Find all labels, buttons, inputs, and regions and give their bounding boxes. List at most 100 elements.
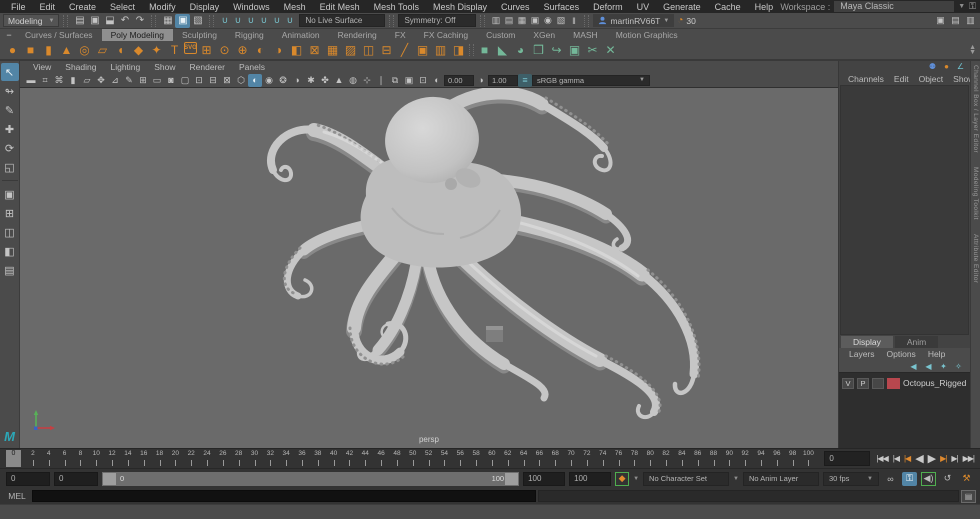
side-tab-modeling-toolkit[interactable]: Modeling Toolkit [972, 167, 979, 220]
undo-icon[interactable]: ↶ [117, 14, 132, 28]
average-vertices-icon[interactable]: ✂ [584, 42, 601, 59]
workspace-selector[interactable]: Maya Classic [834, 1, 955, 12]
svg-tool-icon[interactable]: SVG [184, 41, 197, 54]
paused-viewport-icon[interactable]: ‖ [567, 14, 580, 28]
image-plane-icon[interactable]: ▱ [80, 74, 94, 87]
timeline-tick[interactable]: 6 [57, 449, 73, 468]
character-set-selector[interactable]: No Character Set [643, 471, 730, 486]
safe-action-icon[interactable]: ⊟ [206, 74, 220, 87]
time-slider[interactable]: 0 2 4 6 8 10 12 14 16 18 20 22 24 26 28 … [0, 448, 980, 468]
layer-name[interactable]: Octopus_Rigged [903, 378, 966, 388]
view-transform-selector[interactable]: sRGB gamma ▼ [532, 74, 650, 86]
layout-two-pane[interactable]: ◫ [1, 223, 19, 241]
select-component-icon[interactable]: ▧ [190, 14, 205, 28]
camera-attrs-icon[interactable]: ⌘ [52, 74, 66, 87]
redo-icon[interactable]: ↷ [132, 14, 147, 28]
shelf-tab-mash[interactable]: MASH [564, 29, 607, 41]
menu-mesh[interactable]: Mesh [277, 2, 313, 12]
current-frame-marker[interactable]: 0 [6, 450, 21, 467]
workspace-lock-icon[interactable]: ⚿ [969, 1, 976, 12]
timeline-tick[interactable]: 54 [437, 449, 453, 468]
timeline-tick[interactable]: 66 [532, 449, 548, 468]
timeline-tick[interactable]: 82 [658, 449, 674, 468]
layout-single-pane[interactable]: ▣ [1, 185, 19, 203]
2d-pan-zoom-icon[interactable]: ✥ [94, 74, 108, 87]
status-separator[interactable] [480, 14, 486, 27]
timeline-tick[interactable]: 88 [706, 449, 722, 468]
poly-torus-icon[interactable]: ◎ [76, 42, 93, 59]
open-scene-icon[interactable]: ▣ [87, 14, 102, 28]
script-editor-icon[interactable]: ▤ [961, 489, 976, 503]
textured-icon[interactable]: ◉ [262, 74, 276, 87]
fps-selector[interactable]: 30 fps ▼ [823, 471, 879, 486]
select-object-icon[interactable]: ▣ [175, 13, 191, 28]
select-camera-icon[interactable]: ▬ [24, 74, 38, 87]
reduce-icon[interactable]: ▨ [342, 42, 359, 59]
layer-menu-help[interactable]: Help [922, 349, 951, 359]
symmetry-field[interactable]: Symmetry: Off [398, 14, 477, 27]
timeline-tick[interactable]: 12 [104, 449, 120, 468]
gate-mask-icon[interactable]: ▢ [178, 74, 192, 87]
graph-icon[interactable]: ∠ [955, 62, 966, 72]
layout-outliner[interactable]: ▤ [1, 261, 19, 279]
command-input[interactable] [32, 490, 537, 502]
timeline-tick[interactable]: 30 [247, 449, 263, 468]
menu-windows[interactable]: Windows [226, 2, 277, 12]
separate-icon[interactable]: ◑ [270, 42, 287, 59]
menu-mesh-tools[interactable]: Mesh Tools [367, 2, 426, 12]
combine-icon[interactable]: ◐ [252, 42, 269, 59]
timeline-tick[interactable]: 58 [468, 449, 484, 468]
layer-menu-layers[interactable]: Layers [843, 349, 881, 359]
shelf-collapse-icon[interactable]: − [2, 30, 16, 40]
command-language-toggle[interactable]: MEL [4, 491, 30, 501]
timeline-tick[interactable]: 78 [626, 449, 642, 468]
paint-select-tool[interactable]: ✎ [1, 101, 19, 119]
timeline-tick[interactable]: 64 [516, 449, 532, 468]
status-separator[interactable] [389, 14, 395, 27]
render-settings-icon[interactable]: ▣ [528, 14, 541, 28]
layer-color-swatch[interactable] [887, 377, 900, 389]
live-surface-field[interactable]: No Live Surface [299, 14, 386, 27]
range-handle-left[interactable] [103, 472, 116, 485]
step-forward-key-button[interactable]: ▶| [938, 454, 948, 463]
select-tool[interactable]: ↖ [0, 63, 19, 81]
layer-row[interactable]: V P Octopus_Rigged [839, 376, 970, 390]
timeline-tick[interactable]: 10 [88, 449, 104, 468]
chevron-down-icon[interactable]: ▼ [633, 476, 639, 482]
timeline-tick[interactable]: 62 [500, 449, 516, 468]
layout-persp-outliner[interactable]: ◧ [1, 242, 19, 260]
timeline-tick[interactable]: 60 [484, 449, 500, 468]
timeline-tick[interactable]: 38 [310, 449, 326, 468]
playback-loop-icon[interactable]: ∞ [883, 472, 898, 486]
sequence-time-icon[interactable]: ▣ [402, 74, 416, 87]
timeline-tick[interactable]: 4 [41, 449, 57, 468]
shelf-tab-xgen[interactable]: XGen [524, 29, 564, 41]
timeline-tick[interactable]: 44 [357, 449, 373, 468]
side-tab-attribute-editor[interactable]: Attribute Editor [972, 234, 979, 283]
shelf-tab-fx-caching[interactable]: FX Caching [415, 29, 477, 41]
move-layer-down-icon[interactable]: ◀ [923, 361, 934, 371]
cleanup-icon[interactable]: ❒ [530, 42, 547, 59]
menu-help[interactable]: Help [748, 2, 781, 12]
free-point-icon[interactable]: ⊙ [216, 42, 233, 59]
shelf-scroll-arrows[interactable]: ▲ ▼ [969, 44, 976, 56]
chevron-down-icon[interactable]: ▼ [733, 476, 739, 482]
construction-plane-icon[interactable]: ⊞ [198, 42, 215, 59]
menu-surfaces[interactable]: Surfaces [537, 2, 587, 12]
separator-icon[interactable]: ❘ [374, 74, 388, 87]
panel-menu-lighting[interactable]: Lighting [103, 62, 147, 72]
fill-hole-icon[interactable]: ◕ [512, 42, 529, 59]
type-tool-icon[interactable]: T [166, 42, 183, 59]
shelf-tab-sculpting[interactable]: Sculpting [173, 29, 226, 41]
render-view-icon[interactable]: ▥ [489, 14, 502, 28]
mirror-icon[interactable]: ◫ [360, 42, 377, 59]
channel-box-toggle-icon[interactable]: ▥ [964, 14, 977, 28]
curve-warp-icon[interactable]: ↪ [548, 42, 565, 59]
channel-box-list[interactable] [840, 85, 969, 335]
poly-sphere-icon[interactable]: ● [4, 42, 21, 59]
xray-icon[interactable]: ◍ [346, 74, 360, 87]
side-tab-channel-box-layer-editor[interactable]: Channel Box / Layer Editor [972, 65, 979, 153]
field-chart-icon[interactable]: ⊡ [192, 74, 206, 87]
extract-icon[interactable]: ◧ [288, 42, 305, 59]
film-gate-icon[interactable]: ▭ [150, 74, 164, 87]
